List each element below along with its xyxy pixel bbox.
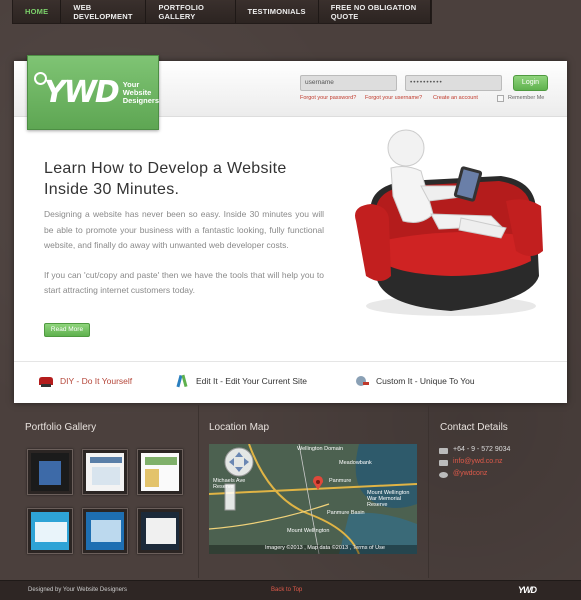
column-divider: [198, 405, 199, 578]
contact-twitter[interactable]: @ywdconz: [453, 470, 487, 477]
forgot-username-link[interactable]: Forgot your username?: [365, 95, 422, 101]
feature-custom-label: Custom It - Unique To You: [376, 376, 475, 386]
back-to-top-link[interactable]: Back to Top: [271, 587, 302, 593]
features-bar: DIY - Do It Yourself Edit It - Edit Your…: [14, 361, 567, 403]
nav-portfolio-gallery[interactable]: PORTFOLIO GALLERY: [146, 0, 236, 23]
location-map[interactable]: Wellington Domain Meadowbank Michaels Av…: [209, 444, 417, 554]
feature-edit-label: Edit It - Edit Your Current Site: [196, 376, 308, 386]
portfolio-title: Portfolio Gallery: [25, 422, 97, 433]
forgot-password-link[interactable]: Forgot your password?: [300, 95, 356, 101]
footer-credit: Designed by Your Website Designers: [28, 587, 127, 593]
map-label: Wellington Domain: [297, 446, 344, 452]
contact-phone: +64 - 9 - 572 9034: [453, 446, 511, 453]
feature-edit[interactable]: Edit It - Edit Your Current Site: [174, 374, 307, 388]
nav-free-quote[interactable]: FREE NO OBLIGATION QUOTE: [319, 0, 431, 23]
feature-diy[interactable]: DIY - Do It Yourself: [38, 374, 132, 388]
portfolio-thumbnail[interactable]: [27, 508, 73, 554]
tools-icon: [356, 376, 369, 386]
hero-paragraph-1: Designing a website has never been so ea…: [44, 209, 324, 250]
portfolio-thumbnail[interactable]: [137, 449, 183, 495]
sofa-figure-illustration: [355, 129, 543, 316]
headline-line-1: Learn How to Develop a Website: [44, 160, 287, 177]
feature-diy-label: DIY - Do It Yourself: [60, 376, 133, 386]
remember-me-checkbox[interactable]: [497, 95, 504, 102]
nav-home[interactable]: HOME: [13, 0, 62, 23]
portfolio-thumbnail[interactable]: [82, 449, 128, 495]
headline-line-2: Inside 30 Minutes.: [44, 181, 180, 198]
portfolio-thumbnail[interactable]: [137, 508, 183, 554]
portfolio-thumbnail[interactable]: [27, 449, 73, 495]
phone-icon: [439, 448, 448, 454]
map-label: Mount Wellington: [287, 528, 330, 534]
hero-body: Designing a website has never been so ea…: [44, 207, 324, 299]
nav-web-development[interactable]: WEB DEVELOPMENT: [61, 0, 147, 23]
twitter-icon: [439, 472, 448, 478]
hero-paragraph-2: If you can 'cut/copy and paste' then we …: [44, 269, 324, 296]
map-label: Michaels Ave Reserve: [213, 478, 246, 490]
read-more-button[interactable]: Read More: [44, 323, 90, 337]
portfolio-thumbnail[interactable]: [82, 508, 128, 554]
contact-title: Contact Details: [440, 422, 508, 433]
login-button[interactable]: Login: [513, 75, 548, 91]
site-logo[interactable]: YWD Your Website Designers: [27, 55, 159, 130]
remember-me-label: Remember Me: [508, 95, 545, 101]
footer-logo[interactable]: YWD: [518, 585, 537, 595]
password-input[interactable]: ••••••••••: [405, 75, 502, 91]
email-icon: [439, 460, 448, 466]
logo-circle-icon: [34, 72, 47, 85]
logo-mark: YWD: [44, 75, 120, 110]
map-label: Meadowbank: [339, 460, 372, 466]
map-attribution[interactable]: Imagery ©2013 , Map data ©2013 , Terms o…: [265, 545, 385, 551]
main-card: YWD Your Website Designers username ••••…: [14, 55, 567, 403]
hero-headline: Learn How to Develop a Website Inside 30…: [44, 158, 287, 200]
map-label: Panmure: [329, 478, 352, 484]
create-account-link[interactable]: Create an account: [433, 95, 478, 101]
nav-testimonials[interactable]: TESTIMONIALS: [236, 0, 319, 23]
top-nav: HOME WEB DEVELOPMENT PORTFOLIO GALLERY T…: [12, 0, 432, 24]
username-input[interactable]: username: [300, 75, 397, 91]
logo-subtitle: Your Website Designers: [122, 79, 159, 105]
footer: Designed by Your Website Designers Back …: [0, 580, 581, 600]
login-form: username •••••••••• Login Forgot your pa…: [300, 75, 553, 115]
feature-custom[interactable]: Custom It - Unique To You: [354, 374, 475, 388]
pencils-icon: [176, 374, 188, 388]
map-label: Mount Wellington War Memorial Reserve: [367, 490, 410, 508]
sofa-icon: [39, 377, 53, 387]
map-label: Panmure Basin: [327, 510, 365, 516]
contact-email[interactable]: info@ywd.co.nz: [453, 458, 503, 465]
location-map-title: Location Map: [209, 422, 270, 433]
column-divider: [428, 405, 429, 578]
